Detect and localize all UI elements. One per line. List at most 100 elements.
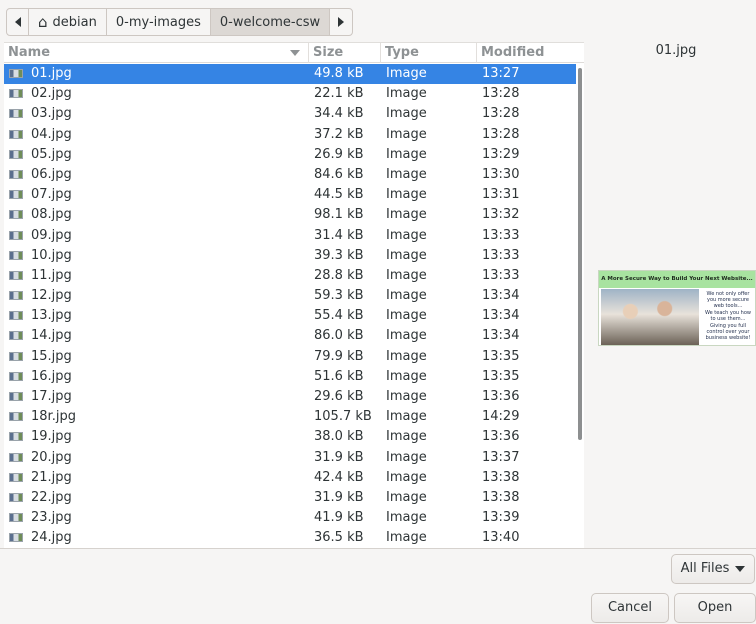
preview-text-line: We teach you how to use them... <box>704 310 752 322</box>
column-header-label: Name <box>8 45 51 60</box>
file-type: Image <box>386 288 427 304</box>
path-forward-button[interactable] <box>330 9 352 35</box>
file-modified: 13:35 <box>482 348 520 364</box>
column-header-modified[interactable]: Modified <box>477 43 584 63</box>
image-thumbnail-icon <box>9 89 23 99</box>
image-thumbnail-icon <box>9 492 23 502</box>
file-type: Image <box>386 389 427 404</box>
file-name: 12.jpg <box>31 288 72 304</box>
file-size: 79.9 kB <box>314 348 364 364</box>
file-name: 05.jpg <box>31 146 72 162</box>
file-size: 22.1 kB <box>314 86 364 102</box>
file-name: 22.jpg <box>31 489 72 505</box>
file-type: Image <box>386 146 427 162</box>
file-type: Image <box>386 106 427 122</box>
image-thumbnail-icon <box>9 291 23 301</box>
file-row[interactable]: 09.jpg 31.4 kB Image 13:33 <box>4 226 576 246</box>
scrollbar-thumb[interactable] <box>578 68 582 440</box>
file-row[interactable]: 14.jpg 86.0 kB Image 13:34 <box>4 326 576 346</box>
file-modified: 13:29 <box>482 146 520 162</box>
file-rows: 01.jpg 49.8 kB Image 13:27 02.jpg 22.1 kB Imag… <box>4 64 576 548</box>
file-modified: 13:39 <box>482 510 520 526</box>
path-segment-my-images[interactable]: 0-my-images <box>107 9 211 35</box>
file-modified: 13:27 <box>482 66 520 81</box>
path-segment-label: 0-welcome-csw <box>219 14 321 30</box>
file-row[interactable]: 04.jpg 37.2 kB Image 13:28 <box>4 125 576 145</box>
file-size: 51.6 kB <box>314 368 364 384</box>
file-name: 16.jpg <box>31 368 72 384</box>
column-header-type[interactable]: Type <box>381 43 477 63</box>
file-row[interactable]: 02.jpg 22.1 kB Image 13:28 <box>4 84 576 104</box>
image-thumbnail-icon <box>9 513 23 523</box>
column-header-size[interactable]: Size <box>309 43 381 63</box>
file-row[interactable]: 13.jpg 55.4 kB Image 13:34 <box>4 306 576 326</box>
file-modified: 13:36 <box>482 389 520 404</box>
file-name: 14.jpg <box>31 328 72 344</box>
image-thumbnail-icon <box>9 109 23 119</box>
path-segment-label: 0-my-images <box>115 14 201 30</box>
preview-filename: 01.jpg <box>655 43 697 58</box>
file-type: Image <box>386 86 427 102</box>
file-row[interactable]: 03.jpg 34.4 kB Image 13:28 <box>4 104 576 124</box>
file-name: 08.jpg <box>31 207 72 223</box>
cancel-button[interactable]: Cancel <box>591 593 669 623</box>
file-row[interactable]: 21.jpg 42.4 kB Image 13:38 <box>4 468 576 488</box>
file-size: 31.9 kB <box>314 449 364 465</box>
file-row[interactable]: 05.jpg 26.9 kB Image 13:29 <box>4 145 576 165</box>
file-modified: 13:36 <box>482 429 520 445</box>
file-modified: 13:38 <box>482 489 520 505</box>
file-row[interactable]: 11.jpg 28.8 kB Image 13:33 <box>4 266 576 286</box>
file-list-header: Name Size Type Modified <box>4 43 584 63</box>
image-thumbnail-icon <box>9 149 23 159</box>
file-row[interactable]: 22.jpg 31.9 kB Image 13:38 <box>4 488 576 508</box>
file-name: 20.jpg <box>31 449 72 465</box>
file-modified: 13:34 <box>482 308 520 324</box>
file-size: 28.8 kB <box>314 267 364 283</box>
file-row[interactable]: 06.jpg 84.6 kB Image 13:30 <box>4 165 576 185</box>
file-filter-label: All Files <box>680 561 730 576</box>
file-type: Image <box>386 227 427 243</box>
file-type: Image <box>386 409 427 425</box>
file-row[interactable]: 18r.jpg 105.7 kB Image 14:29 <box>4 407 576 427</box>
file-modified: 13:31 <box>482 187 520 203</box>
file-row[interactable]: 07.jpg 44.5 kB Image 13:31 <box>4 185 576 205</box>
file-size: 84.6 kB <box>314 166 364 182</box>
file-filter-dropdown[interactable]: All Files <box>671 554 755 584</box>
image-thumbnail-icon <box>9 432 23 442</box>
file-size: 29.6 kB <box>314 389 364 404</box>
file-type: Image <box>386 530 427 546</box>
file-row[interactable]: 19.jpg 38.0 kB Image 13:36 <box>4 427 576 447</box>
file-size: 59.3 kB <box>314 288 364 304</box>
open-button[interactable]: Open <box>674 593 756 623</box>
file-type: Image <box>386 66 427 81</box>
image-thumbnail-icon <box>9 392 23 401</box>
file-row[interactable]: 01.jpg 49.8 kB Image 13:27 <box>4 64 576 85</box>
path-segment-welcome-csw[interactable]: 0-welcome-csw <box>210 9 331 35</box>
scrollbar[interactable] <box>576 64 584 548</box>
file-type: Image <box>386 308 427 324</box>
file-row[interactable]: 20.jpg 31.9 kB Image 13:37 <box>4 448 576 468</box>
column-header-name[interactable]: Name <box>4 43 309 63</box>
file-row[interactable]: 24.jpg 36.5 kB Image 13:40 <box>4 528 576 548</box>
path-segment-home[interactable]: ⌂ debian <box>29 9 107 35</box>
file-row[interactable]: 15.jpg 79.9 kB Image 13:35 <box>4 347 576 367</box>
file-row[interactable]: 23.jpg 41.9 kB Image 13:39 <box>4 508 576 528</box>
file-modified: 13:35 <box>482 368 520 384</box>
file-row[interactable]: 16.jpg 51.6 kB Image 13:35 <box>4 367 576 387</box>
file-size: 42.4 kB <box>314 469 364 485</box>
file-size: 105.7 kB <box>314 409 372 425</box>
file-row[interactable]: 12.jpg 59.3 kB Image 13:34 <box>4 286 576 306</box>
path-back-button[interactable] <box>7 9 29 35</box>
sort-down-icon <box>290 50 300 56</box>
image-thumbnail-icon <box>9 230 23 240</box>
file-row[interactable]: 08.jpg 98.1 kB Image 13:32 <box>4 205 576 225</box>
file-size: 38.0 kB <box>314 429 364 445</box>
chevron-down-icon <box>735 565 746 572</box>
file-modified: 13:40 <box>482 530 520 546</box>
file-size: 34.4 kB <box>314 106 364 122</box>
file-type: Image <box>386 126 427 142</box>
file-row[interactable]: 17.jpg 29.6 kB Image 13:36 <box>4 387 576 407</box>
file-size: 98.1 kB <box>314 207 364 223</box>
file-row[interactable]: 10.jpg 39.3 kB Image 13:33 <box>4 246 576 266</box>
preview-text-line: We not only offer you more secure web to… <box>706 291 750 309</box>
